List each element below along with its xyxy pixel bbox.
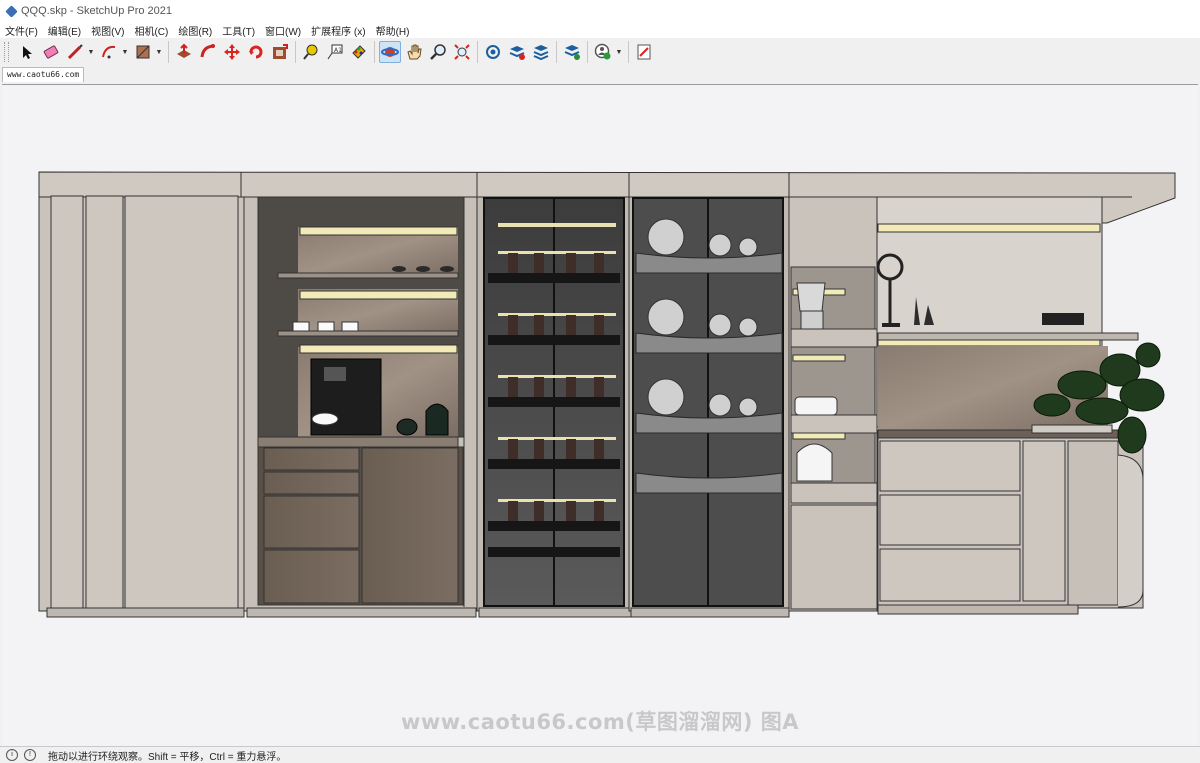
- model-viewport[interactable]: www.caotu66.com(草图溜溜网) 图A: [2, 84, 1198, 746]
- menu-extensions[interactable]: 扩展程序 (x): [306, 23, 370, 38]
- status-bar: i ! 拖动以进行环绕观察。Shift = 平移，Ctrl = 重力悬浮。: [0, 746, 1200, 763]
- toolbar-separator: [556, 41, 557, 63]
- sandbox-icon[interactable]: [561, 41, 583, 63]
- title-bar: QQQ.skp - SketchUp Pro 2021: [0, 0, 1200, 22]
- shape-tool-dropdown[interactable]: ▼: [155, 41, 163, 63]
- scene-tab-bar: www.caotu66.com: [0, 66, 1200, 82]
- user-account-icon[interactable]: [592, 41, 614, 63]
- toolbar-separator: [477, 41, 478, 63]
- status-hint: 拖动以进行环绕观察。Shift = 平移，Ctrl = 重力悬浮。: [48, 751, 287, 763]
- arc-tool-dropdown[interactable]: ▼: [121, 41, 129, 63]
- text-icon[interactable]: A1: [324, 41, 346, 63]
- move-icon[interactable]: [221, 41, 243, 63]
- window-title: QQQ.skp - SketchUp Pro 2021: [21, 5, 173, 17]
- watermark-text: www.caotu66.com(草图溜溜网) 图A: [400, 710, 800, 734]
- pan-icon[interactable]: [403, 41, 425, 63]
- zoom-icon[interactable]: [427, 41, 449, 63]
- svg-text:A1: A1: [334, 47, 342, 54]
- warehouse-icon[interactable]: [482, 41, 504, 63]
- toolbar-separator: [295, 41, 296, 63]
- toolbar-separator: [587, 41, 588, 63]
- arc-icon[interactable]: [98, 41, 120, 63]
- extension-warehouse-icon[interactable]: [506, 41, 528, 63]
- menu-window[interactable]: 窗口(W): [260, 23, 306, 38]
- menu-edit[interactable]: 编辑(E): [43, 23, 86, 38]
- main-toolbar: ▼ ▼ ▼ A1 ▼: [0, 38, 1200, 66]
- sketchup-logo-icon: [5, 4, 18, 18]
- toolbar-grip[interactable]: [4, 42, 9, 62]
- paint-icon[interactable]: [348, 41, 370, 63]
- eraser-icon[interactable]: [40, 41, 62, 63]
- menu-draw[interactable]: 绘图(R): [173, 23, 217, 38]
- menu-file[interactable]: 文件(F): [0, 23, 43, 38]
- menu-camera[interactable]: 相机(C): [129, 23, 173, 38]
- toolbar-separator: [168, 41, 169, 63]
- geo-location-icon[interactable]: i: [6, 749, 18, 761]
- tape-measure-icon[interactable]: [300, 41, 322, 63]
- line-tool-dropdown[interactable]: ▼: [87, 41, 95, 63]
- zoom-extents-icon[interactable]: [451, 41, 473, 63]
- orbit-icon[interactable]: [379, 41, 401, 63]
- user-account-dropdown[interactable]: ▼: [615, 41, 623, 63]
- toolbar-separator: [628, 41, 629, 63]
- pencil-line-icon[interactable]: [64, 41, 86, 63]
- menu-help[interactable]: 帮助(H): [371, 23, 415, 38]
- rectangle-icon[interactable]: [132, 41, 154, 63]
- report-icon[interactable]: [633, 41, 655, 63]
- scene-tab[interactable]: www.caotu66.com: [2, 67, 85, 82]
- rotate-icon[interactable]: [245, 41, 267, 63]
- toolbar-separator: [374, 41, 375, 63]
- cabinet-model: [38, 171, 1176, 618]
- offset-icon[interactable]: [269, 41, 291, 63]
- layout-icon[interactable]: [530, 41, 552, 63]
- follow-me-icon[interactable]: [197, 41, 219, 63]
- instructor-icon[interactable]: !: [24, 749, 36, 761]
- menu-view[interactable]: 视图(V): [86, 23, 129, 38]
- push-pull-icon[interactable]: [173, 41, 195, 63]
- select-icon[interactable]: [16, 41, 38, 63]
- menu-bar: 文件(F) 编辑(E) 视图(V) 相机(C) 绘图(R) 工具(T) 窗口(W…: [0, 22, 1200, 38]
- menu-tools[interactable]: 工具(T): [217, 23, 260, 38]
